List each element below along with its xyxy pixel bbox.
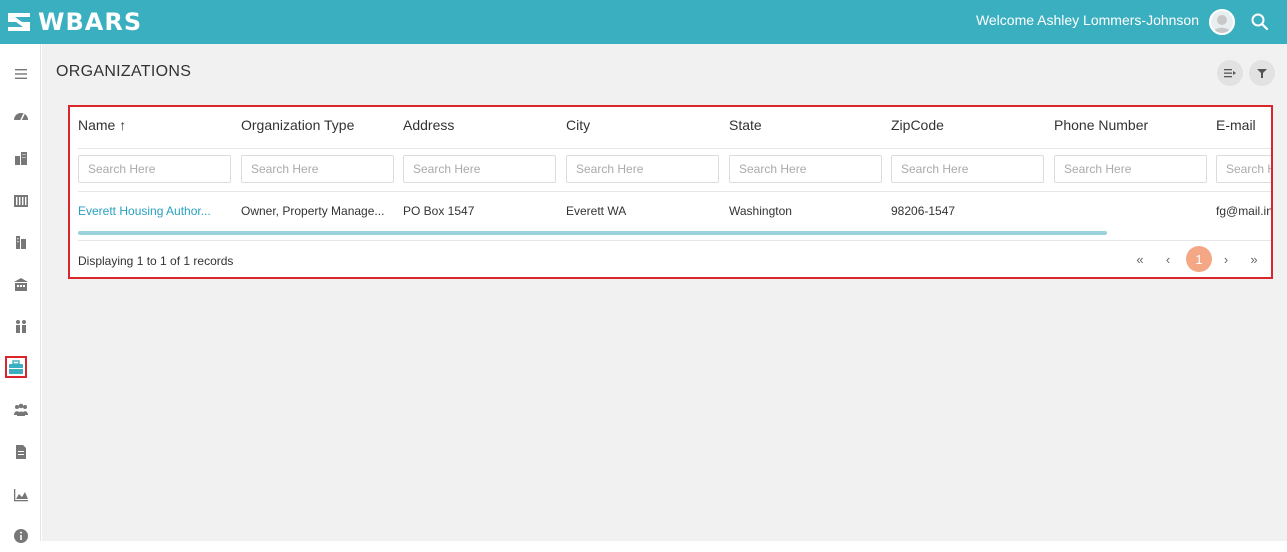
cell-state: Washington <box>729 204 792 218</box>
cell-address: PO Box 1547 <box>403 204 475 218</box>
sidebar-item-info[interactable] <box>5 520 37 552</box>
column-header-phone-number[interactable]: Phone Number <box>1054 117 1204 133</box>
cell-zipcode: 98206-1547 <box>891 204 956 218</box>
column-header-zipcode[interactable]: ZipCode <box>891 117 1041 133</box>
column-settings-button[interactable] <box>1217 60 1243 86</box>
filter-input-address[interactable] <box>403 155 556 183</box>
cell-organization-type: Owner, Property Manage... <box>241 204 385 218</box>
info-icon <box>14 529 28 543</box>
user-avatar-icon <box>1213 15 1231 33</box>
sidebar-item-menu[interactable] <box>5 58 37 90</box>
search-icon[interactable] <box>1250 12 1270 32</box>
column-header-city[interactable]: City <box>566 117 716 133</box>
user-avatar[interactable] <box>1209 9 1235 35</box>
filter-input-phone-number[interactable] <box>1054 155 1207 183</box>
sidebar-item-units[interactable] <box>5 226 37 258</box>
cell-email: fg@mail.in <box>1216 204 1273 218</box>
filter-input-city[interactable] <box>566 155 719 183</box>
top-bar: WBARS Welcome Ashley Lommers-Johnson <box>0 0 1287 44</box>
filter-input-zipcode[interactable] <box>891 155 1044 183</box>
column-header-address[interactable]: Address <box>403 117 553 133</box>
sidebar-item-documents[interactable] <box>5 436 37 468</box>
column-header-name[interactable]: Name ↑ <box>78 117 218 133</box>
welcome-text: Welcome Ashley Lommers-Johnson <box>975 12 1199 28</box>
sort-ascending-icon: ↑ <box>119 117 127 133</box>
sidebar-item-property[interactable] <box>5 184 37 216</box>
column-header-email[interactable]: E-mail <box>1216 117 1271 133</box>
buildings-icon <box>15 152 27 165</box>
next-page-button[interactable]: › <box>1214 246 1238 272</box>
previous-page-button[interactable]: ‹ <box>1156 246 1180 272</box>
sidebar-item-dashboard[interactable] <box>5 100 37 132</box>
filter-input-state[interactable] <box>729 155 882 183</box>
filter-input-email[interactable] <box>1216 155 1271 183</box>
units-icon <box>16 236 26 249</box>
organizations-grid: Name ↑ Organization Type Address City St… <box>68 105 1273 279</box>
chart-icon <box>14 489 28 502</box>
sidebar <box>0 44 41 543</box>
logo-mark-icon <box>8 13 30 31</box>
sidebar-item-people[interactable] <box>5 310 37 342</box>
main-content: ORGANIZATIONS Name ↑ Organization Type A… <box>42 44 1287 541</box>
organization-name-link[interactable]: Everett Housing Author... <box>78 204 228 218</box>
people-icon <box>16 320 26 333</box>
grid-header-row: Name ↑ Organization Type Address City St… <box>70 107 1271 147</box>
filter-input-name[interactable] <box>78 155 231 183</box>
filter-button[interactable] <box>1249 60 1275 86</box>
briefcase-icon <box>9 360 23 374</box>
column-header-state[interactable]: State <box>729 117 879 133</box>
menu-icon <box>15 69 27 79</box>
sidebar-item-users[interactable] <box>5 394 37 426</box>
column-header-name-label: Name <box>78 117 116 133</box>
dashboard-icon <box>14 113 28 121</box>
filter-icon <box>1257 69 1267 78</box>
users-icon <box>14 403 28 416</box>
page-title: ORGANIZATIONS <box>56 63 192 80</box>
page-1-button[interactable]: 1 <box>1186 246 1212 272</box>
header-divider <box>78 148 1271 149</box>
filter-input-organization-type[interactable] <box>241 155 394 183</box>
last-page-button[interactable]: » <box>1242 246 1266 272</box>
column-header-organization-type[interactable]: Organization Type <box>241 117 391 133</box>
table-row[interactable]: Everett Housing Author... Owner, Propert… <box>70 192 1273 228</box>
first-page-button[interactable]: « <box>1128 246 1152 272</box>
horizontal-scrollbar[interactable] <box>78 231 1107 235</box>
housing-icon <box>14 278 28 291</box>
sidebar-item-buildings[interactable] <box>5 142 37 174</box>
column-settings-icon <box>1224 69 1236 78</box>
records-summary: Displaying 1 to 1 of 1 records <box>78 254 234 268</box>
cell-city: Everett WA <box>566 204 627 218</box>
document-icon <box>16 445 26 459</box>
footer-divider <box>78 240 1271 241</box>
app-logo[interactable]: WBARS <box>6 0 142 44</box>
app-name: WBARS <box>38 8 143 36</box>
property-icon <box>14 195 28 207</box>
sidebar-item-organizations[interactable] <box>5 356 27 378</box>
sidebar-item-housing[interactable] <box>5 268 37 300</box>
sidebar-item-reports[interactable] <box>5 478 37 510</box>
